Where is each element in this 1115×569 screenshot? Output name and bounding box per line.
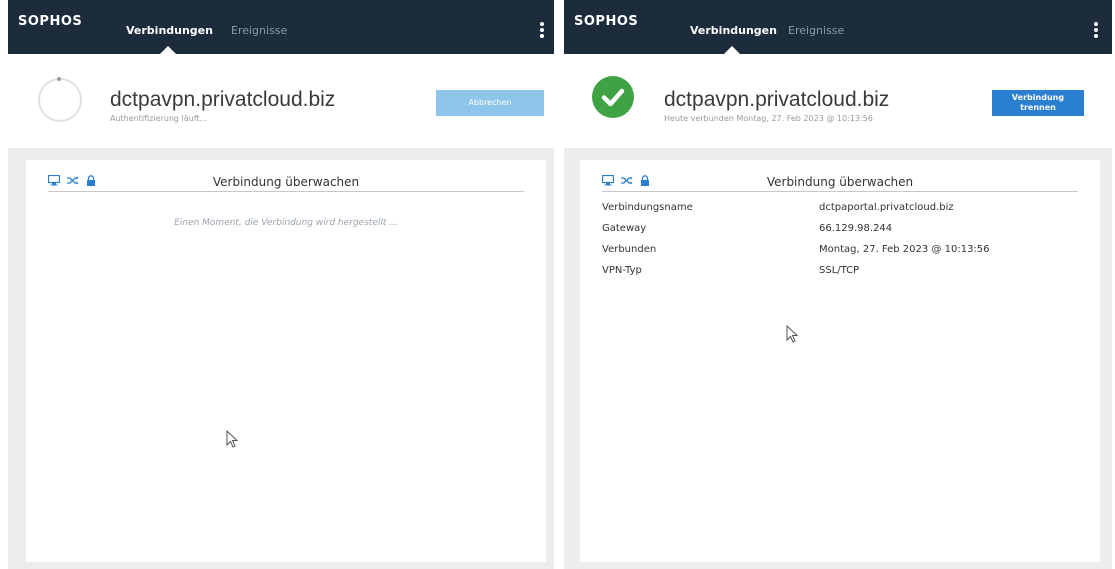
tab-verbindungen[interactable]: Verbindungen: [126, 24, 213, 37]
connection-header: dctpavpn.privatcloud.biz Heute verbunden…: [564, 54, 1112, 148]
panel-title: Verbindung überwachen: [212, 175, 360, 189]
kebab-menu-icon[interactable]: [536, 22, 548, 42]
brand-logo: SOPHOS: [18, 14, 83, 29]
disconnect-button-line2: trennen: [1020, 103, 1056, 112]
left-window: SOPHOS Verbindungen Ereignisse dctpavpn.…: [8, 0, 554, 569]
connection-header: dctpavpn.privatcloud.biz Authentifizieru…: [8, 54, 554, 148]
detail-value: Montag, 27. Feb 2023 @ 10:13:56: [819, 244, 990, 255]
panel-header: Verbindung überwachen: [48, 174, 524, 192]
spinner-icon: [38, 77, 82, 122]
monitor-panel: Verbindung überwachen Verbindungsname dc…: [580, 160, 1100, 562]
connection-status: Heute verbunden Montag, 27. Feb 2023 @ 1…: [664, 114, 873, 123]
right-window: SOPHOS Verbindungen Ereignisse dctpavpn.…: [564, 0, 1112, 569]
detail-value: dctpaportal.privatcloud.biz: [819, 202, 954, 213]
brand-logo: SOPHOS: [574, 14, 639, 29]
disconnect-button[interactable]: Verbindung trennen: [992, 90, 1084, 116]
tab-ereignisse[interactable]: Ereignisse: [231, 24, 287, 37]
detail-value: SSL/TCP: [819, 265, 860, 276]
tab-verbindungen[interactable]: Verbindungen: [690, 24, 777, 37]
cursor-icon: [786, 325, 799, 343]
window-gap: [554, 0, 564, 569]
detail-row-connected: Verbunden Montag, 27. Feb 2023 @ 10:13:5…: [602, 244, 1082, 258]
detail-key: Verbindungsname: [602, 202, 693, 213]
detail-row-vpn-type: VPN-Typ SSL/TCP: [602, 265, 1082, 279]
detail-key: VPN-Typ: [602, 265, 642, 276]
detail-row-gateway: Gateway 66.129.98.244: [602, 223, 1082, 237]
panel-title: Verbindung überwachen: [766, 175, 914, 189]
detail-row-connection-name: Verbindungsname dctpaportal.privatcloud.…: [602, 202, 1082, 216]
connection-title: dctpavpn.privatcloud.biz: [664, 88, 890, 111]
cancel-button[interactable]: Abbrechen: [436, 90, 544, 116]
top-bar: SOPHOS Verbindungen Ereignisse: [8, 0, 554, 54]
detail-key: Gateway: [602, 223, 647, 234]
waiting-message: Einen Moment, die Verbindung wird herges…: [174, 218, 398, 228]
panel-header: Verbindung überwachen: [602, 174, 1078, 192]
monitor-panel: Verbindung überwachen Einen Moment, die …: [26, 160, 546, 562]
kebab-menu-icon[interactable]: [1090, 22, 1102, 42]
check-circle-icon: [592, 76, 634, 118]
detail-key: Verbunden: [602, 244, 657, 255]
cursor-icon: [226, 430, 239, 448]
tab-ereignisse[interactable]: Ereignisse: [788, 24, 844, 37]
detail-value: 66.129.98.244: [819, 223, 893, 234]
top-bar: SOPHOS Verbindungen Ereignisse: [564, 0, 1112, 54]
active-tab-indicator: [160, 46, 176, 54]
connection-title: dctpavpn.privatcloud.biz: [110, 88, 336, 111]
connection-status: Authentifizierung läuft...: [110, 114, 208, 123]
disconnect-button-line1: Verbindung: [1011, 93, 1065, 102]
active-tab-indicator: [724, 46, 740, 54]
